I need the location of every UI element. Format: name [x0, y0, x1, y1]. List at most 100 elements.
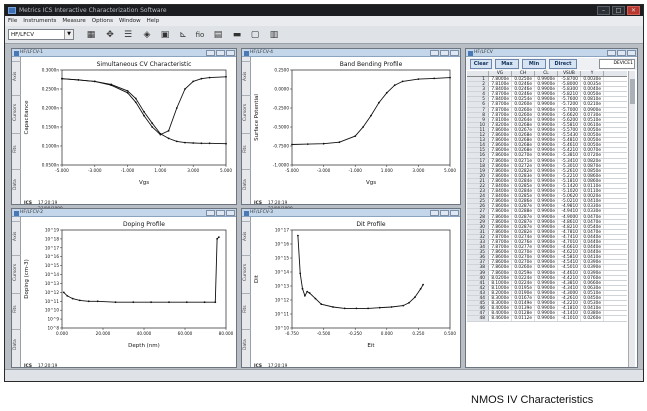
table-cell: 7.8700e: [489, 92, 512, 97]
menu-measure[interactable]: Measure: [59, 16, 88, 26]
minimize-button[interactable]: –: [597, 6, 610, 15]
side-tab-cursors[interactable]: Cursors: [242, 95, 251, 129]
print-icon[interactable]: ▬: [231, 29, 243, 41]
row-number: 26: [467, 204, 489, 209]
column-header[interactable]: CH: [512, 71, 535, 76]
table-cell: 0.9900e: [535, 270, 558, 276]
menu-help[interactable]: Help: [144, 16, 163, 26]
side-tab-data[interactable]: Data: [12, 169, 21, 199]
side-tab-data[interactable]: Data: [242, 329, 251, 359]
side-tab-fits[interactable]: Fits: [12, 133, 21, 165]
window-close-button[interactable]: [627, 50, 636, 56]
y-tick-label: 10^17: [275, 228, 290, 233]
window-maximize-button[interactable]: [216, 50, 225, 56]
column-header[interactable]: VSUB: [558, 71, 581, 76]
filename-field[interactable]: DEVICE1: [599, 59, 635, 69]
y-tick-label: 0.0500n: [42, 163, 60, 168]
column-header[interactable]: Y: [581, 71, 604, 76]
table-cell: 0.0530e: [581, 301, 604, 306]
column-header[interactable]: [467, 71, 489, 76]
table-cell: 0.0390e: [581, 260, 604, 265]
window-minimize-button[interactable]: [430, 50, 439, 56]
window-close-button[interactable]: [226, 210, 235, 216]
table-cell: 0.0820e: [581, 158, 604, 164]
side-tab-fits[interactable]: Fits: [242, 293, 251, 325]
list-icon[interactable]: ☰: [122, 29, 134, 41]
copy-icon[interactable]: ▢: [249, 29, 261, 41]
plot-icon[interactable]: fio: [194, 29, 206, 41]
table-cell: 0.0246e: [512, 82, 535, 87]
table-cell: 7.8100e: [489, 82, 512, 87]
chart-title: Doping Profile: [123, 221, 165, 228]
table-cell: -5.3010: [558, 163, 581, 169]
table-cell: 0.0284e: [512, 189, 535, 194]
table-cell: 0.9900e: [535, 290, 558, 296]
menu-options[interactable]: Options: [89, 16, 116, 26]
row-number: 28: [467, 214, 489, 220]
direct-button[interactable]: Direct: [549, 59, 577, 69]
maximize-button[interactable]: □: [612, 6, 625, 15]
setup-select[interactable]: HF/LFCV ▼: [8, 29, 74, 40]
table-cell: 7.8400e: [489, 183, 512, 189]
window-close-button[interactable]: [450, 50, 459, 56]
window-maximize-button[interactable]: [440, 50, 449, 56]
window-maximize-button[interactable]: [440, 210, 449, 216]
row-number: 14: [467, 143, 489, 148]
window-maximize-button[interactable]: [216, 210, 225, 216]
side-tab-cursors[interactable]: Cursors: [12, 95, 21, 129]
close-button[interactable]: ✕: [627, 6, 640, 15]
min-button[interactable]: Min: [522, 59, 546, 69]
window-minimize-button[interactable]: [206, 50, 215, 56]
chevron-down-icon[interactable]: ▼: [64, 30, 73, 39]
scroll-thumb[interactable]: [630, 79, 635, 104]
graph-icon[interactable]: ⊾: [177, 29, 189, 41]
side-tab-axis[interactable]: Axis: [12, 221, 21, 251]
clipboard-icon[interactable]: ▥: [268, 29, 280, 41]
clear-button[interactable]: Clear: [470, 59, 492, 69]
stop-icon[interactable]: ▣: [159, 29, 171, 41]
graph-window-4: HF/LFCV-3AxisCursorsFitsDataICS17:20:192…: [241, 208, 461, 375]
side-tab-fits[interactable]: Fits: [242, 133, 251, 165]
side-tab-axis[interactable]: Axis: [242, 221, 251, 251]
data-point: [304, 294, 306, 297]
window-close-button[interactable]: [450, 210, 459, 216]
side-tab-axis[interactable]: Axis: [242, 61, 251, 91]
x-tick-label: -1.000: [348, 168, 362, 173]
menu-window[interactable]: Window: [116, 16, 144, 26]
column-header[interactable]: CL: [535, 71, 558, 76]
window-minimize-button[interactable]: [430, 210, 439, 216]
window-minimize-button[interactable]: [607, 50, 616, 56]
row-number: 33: [467, 240, 489, 245]
side-tab-data[interactable]: Data: [12, 329, 21, 359]
open-icon[interactable]: ▦: [85, 29, 97, 41]
table-cell: 0.9900e: [535, 224, 558, 230]
table-cell: -4.5410: [558, 260, 581, 265]
side-tab-data[interactable]: Data: [242, 169, 251, 199]
run-icon[interactable]: ◈: [141, 29, 153, 41]
side-tab-cursors[interactable]: Cursors: [12, 255, 21, 289]
save-icon[interactable]: ▤: [212, 29, 224, 41]
plot-frame: [291, 69, 451, 166]
menu-file[interactable]: File: [5, 16, 20, 26]
data-point: [134, 97, 137, 100]
menu-instruments[interactable]: Instruments: [20, 16, 59, 26]
table-cell: 7.8600e: [489, 214, 512, 220]
table-cell: 0.0224e: [512, 275, 535, 281]
chart-icon[interactable]: ✥: [104, 29, 116, 41]
window-close-button[interactable]: [226, 50, 235, 56]
max-button[interactable]: Max: [495, 59, 519, 69]
table-cell: -5.8000: [558, 82, 581, 87]
window-maximize-button[interactable]: [617, 50, 626, 56]
side-tab-fits[interactable]: Fits: [12, 293, 21, 325]
side-tab-axis[interactable]: Axis: [12, 61, 21, 91]
vertical-scrollbar[interactable]: [628, 71, 635, 367]
column-header[interactable]: VG: [489, 71, 512, 76]
chart-title: Simultaneous CV Characteristic: [97, 61, 192, 68]
table-cell: 0.9900e: [535, 209, 558, 214]
side-tab-cursors[interactable]: Cursors: [242, 255, 251, 289]
table-cell: 0.0287e: [512, 224, 535, 230]
table-cell: -4.8210: [558, 224, 581, 230]
table-row[interactable]: 48 8.4600e 0.0112e 0.9900e -4.1010 0.0260e: [467, 316, 627, 322]
window-minimize-button[interactable]: [206, 210, 215, 216]
data-point: [308, 292, 311, 294]
